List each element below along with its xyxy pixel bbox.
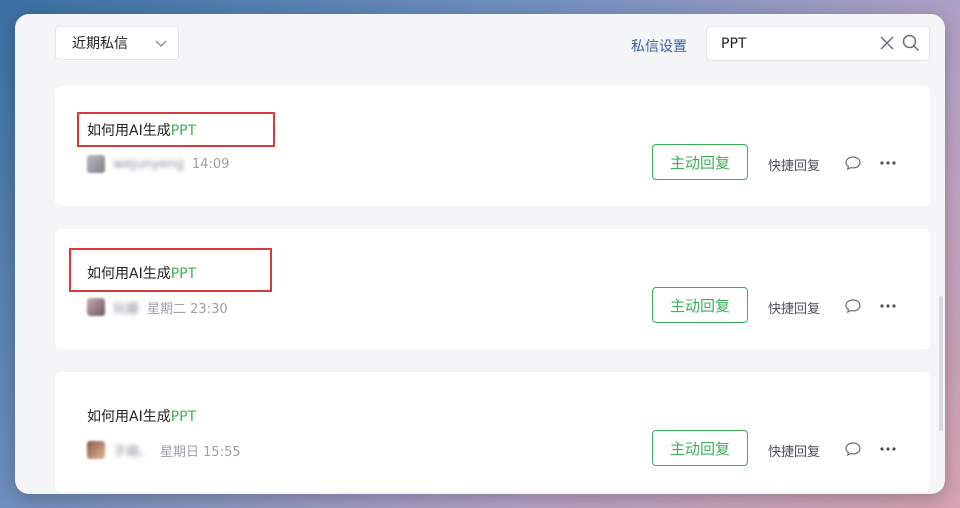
chevron-down-icon xyxy=(154,36,168,54)
message-time: 星期日 15:55 xyxy=(160,444,241,460)
message-title: 如何用AI生成PPT xyxy=(87,123,197,139)
search-match-highlight: PPT xyxy=(170,409,197,425)
chat-bubble-icon[interactable] xyxy=(844,154,862,176)
more-icon[interactable] xyxy=(879,297,897,319)
chat-bubble-icon[interactable] xyxy=(844,297,862,319)
active-reply-button[interactable]: 主动回复 xyxy=(652,430,748,466)
more-icon[interactable] xyxy=(879,440,897,462)
filter-selected: 近期私信 xyxy=(72,36,128,52)
message-meta: 玩媛 星期二 23:30 xyxy=(87,297,228,317)
chat-bubble-icon[interactable] xyxy=(844,440,862,462)
sender-name: 子萌、 xyxy=(113,444,153,460)
scrollbar[interactable] xyxy=(939,296,943,431)
message-settings-link[interactable]: 私信设置 xyxy=(631,36,687,56)
search-match-highlight: PPT xyxy=(170,266,197,282)
active-reply-button[interactable]: 主动回复 xyxy=(652,287,748,323)
message-card[interactable]: 如何用AI生成PPT 玩媛 星期二 23:30 主动回复 快捷回复 xyxy=(55,229,930,349)
sender-name: 玩媛 xyxy=(113,301,140,317)
sender-name: wejunyeng xyxy=(113,156,184,172)
message-card[interactable]: 如何用AI生成PPT wejunyeng 14:09 主动回复 快捷回复 xyxy=(55,86,930,206)
avatar xyxy=(87,441,105,459)
quick-reply-button[interactable]: 快捷回复 xyxy=(768,298,820,317)
active-reply-button[interactable]: 主动回复 xyxy=(652,144,748,180)
search-input[interactable] xyxy=(721,34,861,54)
quick-reply-button[interactable]: 快捷回复 xyxy=(768,155,820,174)
avatar xyxy=(87,298,105,316)
message-title: 如何用AI生成PPT xyxy=(87,266,197,282)
message-title: 如何用AI生成PPT xyxy=(87,409,197,425)
message-meta: wejunyeng 14:09 xyxy=(87,154,229,174)
messages-window: 近期私信 私信设置 如何用AI生成PPT wejunyeng 14:09 主动回… xyxy=(15,14,945,494)
message-time: 14:09 xyxy=(191,156,230,172)
search-icon[interactable] xyxy=(902,34,920,56)
message-meta: 子萌、 星期日 15:55 xyxy=(87,440,241,460)
filter-dropdown[interactable]: 近期私信 xyxy=(55,26,179,60)
search-match-highlight: PPT xyxy=(170,123,197,139)
more-icon[interactable] xyxy=(879,154,897,176)
message-card[interactable]: 如何用AI生成PPT 子萌、 星期日 15:55 主动回复 快捷回复 xyxy=(55,372,930,492)
close-icon[interactable] xyxy=(879,35,895,55)
search-box xyxy=(706,26,930,61)
avatar xyxy=(87,155,105,173)
message-time: 星期二 23:30 xyxy=(147,301,228,317)
quick-reply-button[interactable]: 快捷回复 xyxy=(768,441,820,460)
